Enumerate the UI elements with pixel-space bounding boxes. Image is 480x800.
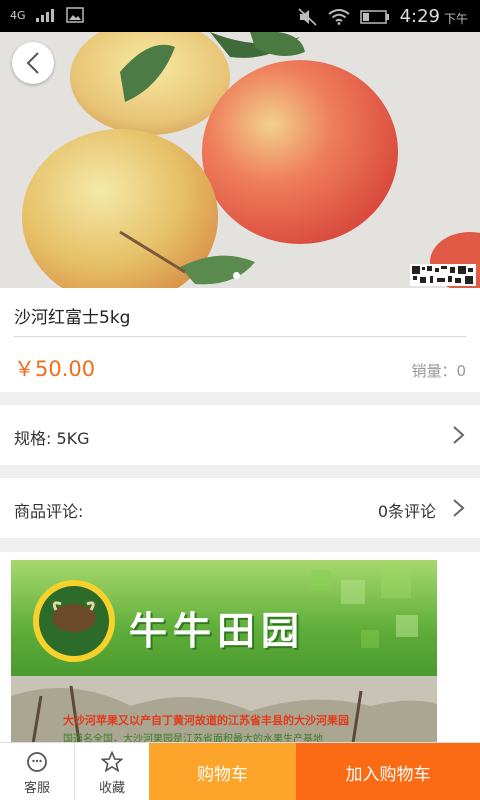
network-type: 4G (10, 8, 26, 22)
reviews-count: 0条评论 (377, 502, 436, 521)
customer-service-button[interactable]: 客服 (0, 743, 74, 800)
image-icon (65, 7, 84, 23)
brand-name: 牛牛田园 (129, 609, 306, 653)
add-to-cart-button[interactable]: 加入购物车 (296, 743, 480, 800)
product-image[interactable] (0, 32, 480, 288)
banner-caption: 大沙河苹果又以产自丁黄河故道的江苏省丰县的大沙河果园 (63, 714, 349, 727)
reviews-label: 商品评论: (14, 502, 84, 521)
reviews-row[interactable]: 商品评论: 0条评论 (0, 478, 480, 538)
brand-logo (33, 580, 115, 662)
qr-code (410, 264, 476, 286)
battery-icon (359, 9, 389, 24)
banner-header: 牛牛田园 (11, 560, 437, 676)
product-title: 沙河红富士5kg (14, 308, 131, 328)
wifi-icon (327, 8, 350, 25)
spec-label: 规格: 5KG (14, 429, 90, 448)
product-detail-section: 牛牛田园 大沙河苹果又以产自丁黄河故道的江苏省丰县的大沙河果园 国道名全国，大沙… (0, 552, 480, 742)
product-price: ￥50.00 (14, 357, 96, 381)
chevron-right-icon (453, 499, 465, 517)
spec-row[interactable]: 规格: 5KG (0, 405, 480, 465)
detail-banner-image: 牛牛田园 大沙河苹果又以产自丁黄河故道的江苏省丰县的大沙河果园 国道名全国，大沙… (11, 560, 437, 742)
apple-photo (0, 32, 480, 288)
clock: 4:29 (399, 6, 440, 27)
bottom-action-bar: 客服 收藏 购物车 加入购物车 (0, 742, 480, 800)
favorite-button[interactable]: 收藏 (75, 743, 149, 800)
signal-icon (35, 9, 54, 22)
favorite-label: 收藏 (98, 781, 125, 796)
chevron-left-icon (26, 52, 39, 74)
chevron-right-icon (453, 426, 465, 444)
status-bar: 4G 4:29 下午 (0, 0, 480, 32)
divider (14, 336, 466, 337)
carousel-indicator (233, 272, 240, 279)
customer-service-label: 客服 (23, 781, 50, 796)
product-info: 沙河红富士5kg ￥50.00 销量：0 (0, 288, 480, 392)
customer-service-icon (27, 752, 47, 772)
mute-icon (298, 7, 317, 26)
back-button[interactable] (12, 42, 54, 84)
banner-caption-secondary: 国道名全国，大沙河果园是江苏省面积最大的水果生产基地 (63, 734, 323, 742)
sales-count: 销量：0 (411, 362, 466, 380)
cart-button[interactable]: 购物车 (149, 743, 296, 800)
clock-ampm: 下午 (443, 12, 468, 26)
star-icon (101, 751, 123, 773)
